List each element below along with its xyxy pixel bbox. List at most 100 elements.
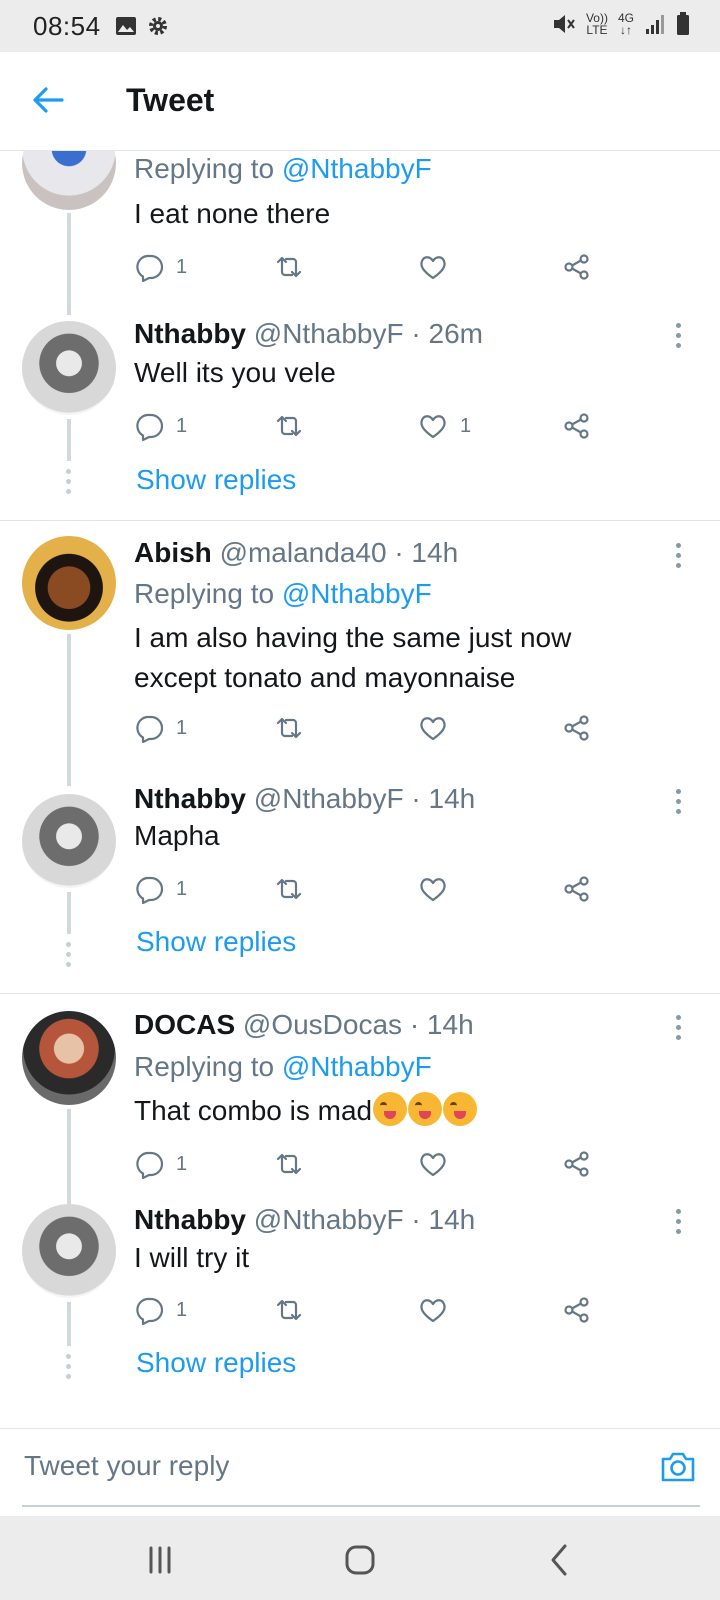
tweet-item[interactable]: DOCAS @OusDocas · 14h Replying to @Nthab… <box>0 994 720 1204</box>
share-button[interactable] <box>562 1293 592 1327</box>
reply-button[interactable]: 1 <box>134 711 187 745</box>
heart-icon <box>420 717 446 741</box>
mute-icon <box>553 15 575 33</box>
back-icon[interactable] <box>540 1540 580 1580</box>
retweet-icon <box>276 717 302 739</box>
home-icon[interactable] <box>340 1540 380 1580</box>
share-icon <box>564 715 589 741</box>
retweet-button[interactable] <box>274 711 304 745</box>
retweet-button[interactable] <box>274 872 304 906</box>
author-handle[interactable]: @NthabbyF <box>254 783 404 814</box>
reply-button[interactable]: 1 <box>134 409 187 443</box>
author-name[interactable]: Abish <box>134 537 212 568</box>
retweet-button[interactable] <box>274 409 304 443</box>
avatar[interactable] <box>22 1204 116 1298</box>
share-button[interactable] <box>562 409 592 443</box>
tweet-actions: 1 <box>134 1293 614 1327</box>
retweet-button[interactable] <box>274 250 304 284</box>
camera-icon[interactable] <box>658 1447 698 1487</box>
like-button[interactable] <box>418 1293 460 1327</box>
author-name[interactable]: DOCAS <box>134 1009 235 1040</box>
share-icon <box>564 254 589 280</box>
lte-label: LTE <box>586 23 608 37</box>
tweet-time: · 14h <box>411 1204 476 1235</box>
heart-icon <box>420 878 446 902</box>
avatar[interactable] <box>22 321 116 415</box>
like-count: 1 <box>460 414 472 437</box>
page-title: Tweet <box>126 82 215 118</box>
reply-button[interactable]: 1 <box>134 872 187 906</box>
back-arrow-icon[interactable] <box>30 82 66 118</box>
retweet-button[interactable] <box>274 1293 304 1327</box>
share-icon <box>564 876 589 902</box>
retweet-icon <box>276 878 302 900</box>
avatar[interactable] <box>22 794 116 888</box>
more-options-icon[interactable] <box>674 323 684 349</box>
reply-button[interactable]: 1 <box>134 1293 187 1327</box>
replying-handle-link[interactable]: @NthabbyF <box>282 1051 432 1082</box>
show-replies-link[interactable]: Show replies <box>136 926 296 958</box>
avatar[interactable] <box>22 151 116 210</box>
retweet-button[interactable] <box>274 1147 304 1181</box>
tweet-time: · 26m <box>411 318 483 349</box>
tweet-text: That combo is mad <box>134 1095 373 1126</box>
tweet-item[interactable]: Replying to @NthabbyF I eat none there 1 <box>0 151 720 315</box>
share-button[interactable] <box>562 250 592 284</box>
reply-button[interactable]: 1 <box>134 1147 187 1181</box>
recents-icon[interactable] <box>140 1540 180 1580</box>
like-button[interactable] <box>418 1147 460 1181</box>
avatar[interactable] <box>22 1011 116 1105</box>
reply-icon <box>136 1297 164 1325</box>
tweet-text: I will try it <box>134 1242 250 1273</box>
share-button[interactable] <box>562 711 592 745</box>
show-replies-link[interactable]: Show replies <box>136 1347 296 1379</box>
author-handle[interactable]: @OusDocas <box>243 1009 402 1040</box>
reply-count: 1 <box>176 255 188 278</box>
more-options-icon[interactable] <box>674 1209 684 1235</box>
tweet-item[interactable]: Nthabby @NthabbyF · 14h I will try it 1 … <box>0 1204 720 1426</box>
share-icon <box>564 1151 589 1177</box>
tweet-meta: Nthabby @NthabbyF · 14h <box>134 1204 475 1236</box>
share-icon <box>564 1297 589 1323</box>
like-button[interactable] <box>418 250 460 284</box>
share-button[interactable] <box>562 872 592 906</box>
heart-icon <box>420 415 446 439</box>
retweet-icon <box>276 1153 302 1175</box>
conversation-feed[interactable]: Replying to @NthabbyF I eat none there 1 <box>0 151 720 1426</box>
settings-gear-icon <box>148 17 167 35</box>
tweet-text: I am also having the same just now excep… <box>134 622 572 693</box>
author-handle[interactable]: @NthabbyF <box>254 1204 404 1235</box>
tweet-actions: 1 <box>134 872 614 906</box>
reply-count: 1 <box>176 877 188 900</box>
share-icon <box>564 413 589 439</box>
author-name[interactable]: Nthabby <box>134 318 246 349</box>
reply-count: 1 <box>176 414 188 437</box>
like-button[interactable] <box>418 711 460 745</box>
more-options-icon[interactable] <box>674 1015 684 1041</box>
replying-handle-link[interactable]: @NthabbyF <box>282 153 432 184</box>
author-name[interactable]: Nthabby <box>134 783 246 814</box>
replying-handle-link[interactable]: @NthabbyF <box>282 578 432 609</box>
more-options-icon[interactable] <box>674 789 684 815</box>
tweet-time: · 14h <box>394 537 459 568</box>
show-replies-link[interactable]: Show replies <box>136 464 296 496</box>
reply-button[interactable]: 1 <box>134 250 187 284</box>
reply-count: 1 <box>176 1152 188 1175</box>
author-name[interactable]: Nthabby <box>134 1204 246 1235</box>
avatar[interactable] <box>22 536 116 630</box>
like-button[interactable]: 1 <box>418 409 471 443</box>
retweet-icon <box>276 415 302 437</box>
reply-input[interactable] <box>22 1445 626 1487</box>
like-button[interactable] <box>418 872 460 906</box>
author-handle[interactable]: @NthabbyF <box>254 318 404 349</box>
tweet-actions: 1 <box>134 250 614 284</box>
tweet-item[interactable]: Abish @malanda40 · 14h Replying to @Ntha… <box>0 521 720 786</box>
more-options-icon[interactable] <box>674 543 684 569</box>
reply-icon <box>136 413 164 441</box>
share-button[interactable] <box>562 1147 592 1181</box>
tweet-meta: Nthabby @NthabbyF · 14h <box>134 783 475 815</box>
tweet-item[interactable]: Nthabby @NthabbyF · 26m Well its you vel… <box>0 311 720 520</box>
reply-count: 1 <box>176 1298 188 1321</box>
author-handle[interactable]: @malanda40 <box>220 537 387 568</box>
tweet-item[interactable]: Nthabby @NthabbyF · 14h Mapha 1 Show rep… <box>0 783 720 992</box>
